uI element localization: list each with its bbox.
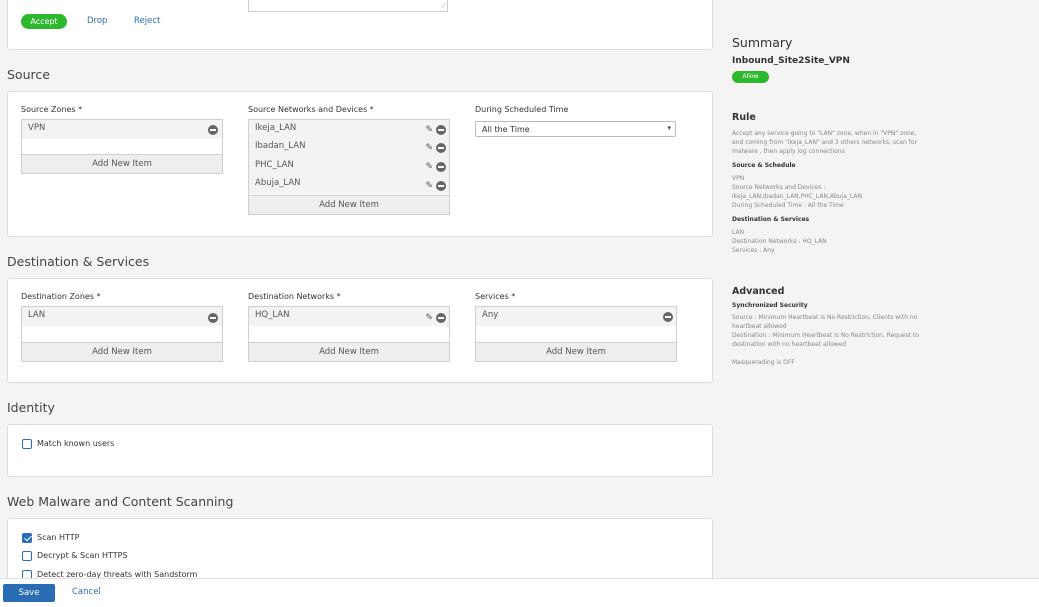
accept-button[interactable]: Accept [21,14,67,29]
decrypt-scan-https-label: Decrypt & Scan HTTPS [37,551,128,560]
identity-card: Match known users [7,424,713,477]
source-zones-add-button[interactable]: Add New Item [22,154,222,173]
remove-icon[interactable] [436,162,446,172]
destination-zones-label: Destination Zones * [21,292,101,301]
rule-name: Inbound_Site2Site_VPN [732,56,850,66]
source-network-name: Abuja_LAN [255,178,301,188]
remove-icon[interactable] [208,125,218,135]
summary-dest-line: LAN [732,229,745,236]
dest-services-heading: Destination & Services [732,216,810,223]
destination-networks-box: HQ_LAN ✎ Add New Item [248,306,450,362]
services-label: Services * [475,292,516,301]
identity-title: Identity [7,400,55,415]
summary-source-line: During Scheduled Time : All the Time [732,202,844,209]
resize-handle-icon[interactable]: ⟋ [441,2,446,11]
summary-dest-line: Destination Networks : HQ_LAN [732,238,827,245]
source-schedule-heading: Source & Schedule [732,162,796,169]
destination-zones-add-button[interactable]: Add New Item [22,342,222,361]
allow-badge-label: Allow [742,73,759,80]
destination-networks-label: Destination Networks * [248,292,341,301]
service-name: Any [482,310,499,320]
footer-bar: Save Cancel [0,578,1039,607]
source-zone-name: VPN [28,123,46,133]
sync-source-text: Source : Minimum Heartbeat is No Restric… [732,314,918,330]
source-card: Source Zones * VPN Add New Item Source N… [7,91,713,237]
advanced-heading: Advanced [732,286,785,297]
destination-network-name: HQ_LAN [255,310,290,320]
source-title: Source [7,67,50,82]
main-form: Accept Drop Reject ⟋ Source Source Zones… [0,0,722,578]
edit-pencil-icon[interactable]: ✎ [425,313,433,323]
remove-icon[interactable] [663,312,673,322]
sandstorm-checkbox[interactable] [22,570,32,578]
destination-zone-name: LAN [28,310,46,320]
reject-link[interactable]: Reject [134,16,160,26]
allow-badge: Allow [732,71,769,83]
edit-pencil-icon[interactable]: ✎ [425,125,433,135]
destination-title: Destination & Services [7,254,150,269]
source-networks-box: Ikeja_LAN ✎ Ibadan_LAN ✎ PHC_LAN ✎ Abuja… [248,119,450,215]
source-network-item: PHC_LAN ✎ [249,157,449,176]
save-label: Save [18,588,40,598]
source-zone-item: VPN [22,120,222,139]
source-network-item: Ikeja_LAN ✎ [249,120,449,139]
scan-http-checkbox[interactable] [22,533,32,543]
destination-zone-item: LAN [22,307,222,326]
source-network-item: Ibadan_LAN ✎ [249,138,449,157]
summary-source-line: VPN [732,175,745,182]
save-button[interactable]: Save [3,584,55,602]
rule-heading: Rule [732,112,756,123]
source-networks-add-button[interactable]: Add New Item [249,195,449,214]
services-add-button[interactable]: Add New Item [476,342,676,361]
source-network-name: Ikeja_LAN [255,123,297,133]
decrypt-scan-https-checkbox[interactable] [22,551,32,561]
sync-security-heading: Synchronized Security [732,302,808,309]
service-item: Any [476,307,676,326]
schedule-value: All the Time [482,125,530,134]
remove-icon[interactable] [436,181,446,191]
summary-dest-line: Services : Any [732,247,775,254]
source-zones-box: VPN Add New Item [21,119,223,174]
description-textarea[interactable]: ⟋ [248,0,448,12]
accept-label: Accept [30,17,58,26]
cancel-link[interactable]: Cancel [72,587,101,597]
source-zones-label: Source Zones * [21,105,83,114]
remove-icon[interactable] [436,125,446,135]
edit-pencil-icon[interactable]: ✎ [425,162,433,172]
rule-text: Accept any service going to "LAN" zone, … [732,130,917,155]
services-box: Any Add New Item [475,306,677,362]
source-network-item: Abuja_LAN ✎ [249,175,449,194]
action-card: Accept Drop Reject ⟋ [7,0,713,50]
destination-card: Destination Zones * LAN Add New Item Des… [7,278,713,383]
drop-link[interactable]: Drop [87,16,107,26]
schedule-select[interactable]: All the Time ▾ [475,121,676,137]
remove-icon[interactable] [436,313,446,323]
remove-icon[interactable] [436,143,446,153]
firewall-rule-editor: Accept Drop Reject ⟋ Source Source Zones… [0,0,1039,607]
schedule-label: During Scheduled Time [475,105,569,114]
web-malware-title: Web Malware and Content Scanning [7,494,234,509]
edit-pencil-icon[interactable]: ✎ [425,143,433,153]
sandstorm-label: Detect zero-day threats with Sandstorm [37,570,198,578]
scan-http-label: Scan HTTP [37,533,80,542]
source-network-name: PHC_LAN [255,160,294,170]
sync-dest-text: Destination : Minimum Heartbeat is No Re… [732,332,919,348]
remove-icon[interactable] [208,313,218,323]
destination-network-item: HQ_LAN ✎ [249,307,449,326]
match-known-users-checkbox[interactable] [22,439,32,449]
chevron-down-icon: ▾ [667,124,671,132]
destination-networks-add-button[interactable]: Add New Item [249,342,449,361]
summary-panel: Summary Inbound_Site2Site_VPN Allow Rule… [722,0,1039,578]
match-known-users-label: Match known users [37,439,115,448]
source-network-name: Ibadan_LAN [255,141,306,151]
summary-source-line: Source Networks and Devices : [732,184,826,191]
web-malware-card: Scan HTTP Decrypt & Scan HTTPS Detect ze… [7,518,713,578]
summary-title: Summary [732,35,793,50]
masquerading-text: Masquerading is OFF [732,359,795,366]
source-networks-label: Source Networks and Devices * [248,105,374,114]
summary-source-line: Ikeja_LAN,Ibadan_LAN,PHC_LAN,Abuja_LAN [732,193,863,200]
edit-pencil-icon[interactable]: ✎ [425,181,433,191]
destination-zones-box: LAN Add New Item [21,306,223,362]
